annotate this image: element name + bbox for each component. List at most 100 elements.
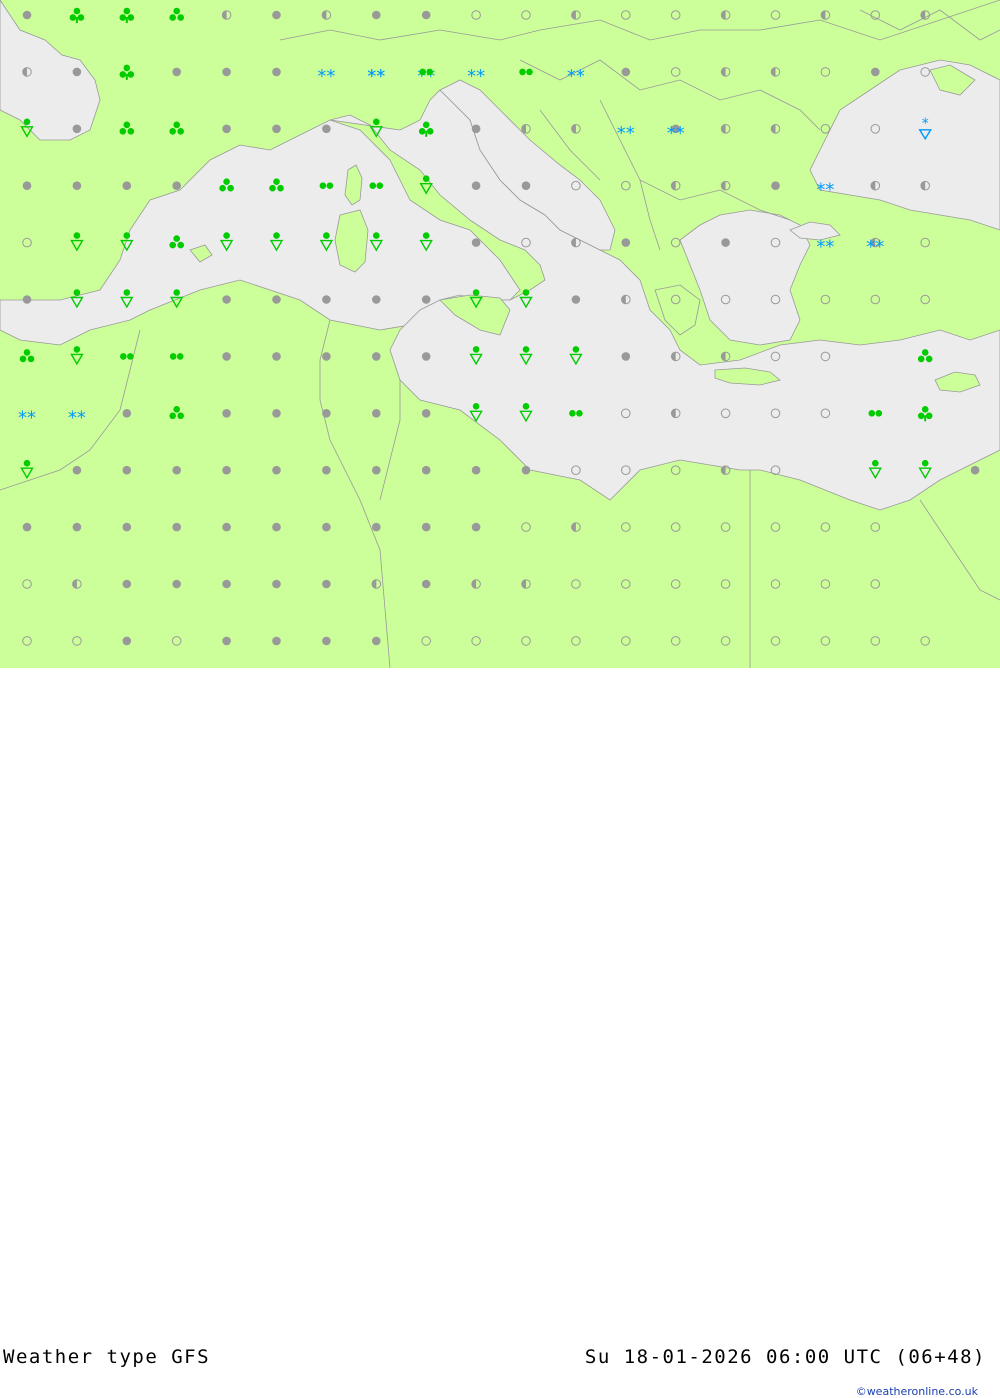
snow-icon: ** <box>317 66 335 87</box>
dry-dot-icon <box>272 352 281 361</box>
dry-dot-icon <box>272 67 281 77</box>
dry-dot-icon <box>122 636 132 646</box>
dry-dot-icon <box>172 181 181 190</box>
dry-dot-icon <box>621 238 631 247</box>
dry-dot-icon <box>421 465 431 475</box>
dry-dot-icon <box>172 67 181 77</box>
svg-text:**: ** <box>317 66 335 87</box>
dry-dot-icon <box>272 636 281 646</box>
dry-dot-icon <box>222 636 231 646</box>
snow-icon: ** <box>68 407 86 428</box>
footer-bar: Weather type GFS Su 18-01-2026 06:00 UTC… <box>0 668 1000 1398</box>
dry-dot-icon <box>72 181 82 190</box>
dry-dot-icon <box>72 67 82 77</box>
dry-dot-icon <box>771 181 780 190</box>
credit-link[interactable]: ©weatheronline.co.uk <box>856 1385 978 1398</box>
dry-dot-icon <box>22 522 32 532</box>
dry-dot-icon <box>322 579 331 589</box>
dry-dot-icon <box>322 636 331 646</box>
dry-dot-icon <box>222 579 231 589</box>
dry-dot-icon <box>322 409 331 418</box>
dry-dot-icon <box>621 352 631 361</box>
dry-dot-icon <box>272 124 281 134</box>
dry-dot-icon <box>272 295 281 304</box>
dry-dot-icon <box>970 465 980 475</box>
dry-dot-icon <box>172 579 181 589</box>
dry-dot-icon <box>372 636 381 646</box>
dry-dot-icon <box>521 465 531 475</box>
svg-text:**: ** <box>816 180 834 201</box>
snow-icon: ** <box>467 66 485 87</box>
dry-dot-icon <box>72 124 82 134</box>
svg-text:**: ** <box>367 66 385 87</box>
dry-dot-icon <box>322 465 331 475</box>
dry-dot-icon <box>421 522 431 532</box>
snow-icon: ** <box>866 237 884 258</box>
dry-dot-icon <box>122 522 132 532</box>
dry-dot-icon <box>372 409 381 418</box>
dry-dot-icon <box>272 409 281 418</box>
snow-icon: ** <box>667 123 685 144</box>
sardinia <box>334 209 369 273</box>
dry-dot-icon <box>322 352 331 361</box>
dry-dot-icon <box>471 522 481 532</box>
dry-dot-icon <box>322 124 331 134</box>
dry-dot-icon <box>372 465 381 475</box>
dry-dot-icon <box>721 238 730 247</box>
dry-dot-icon <box>322 295 331 304</box>
dry-dot-icon <box>272 10 281 20</box>
dry-dot-icon <box>421 409 431 418</box>
dry-dot-icon <box>421 295 431 304</box>
dry-dot-icon <box>22 10 32 20</box>
dry-dot-icon <box>471 181 481 190</box>
svg-text:**: ** <box>816 237 834 258</box>
dry-dot-icon <box>172 465 181 475</box>
dry-dot-icon <box>322 522 331 532</box>
dry-dot-icon <box>222 409 231 418</box>
dry-dot-icon <box>471 465 481 475</box>
svg-text:**: ** <box>567 66 585 87</box>
dry-dot-icon <box>222 522 231 532</box>
dry-dot-icon <box>222 124 231 134</box>
dry-dot-icon <box>471 238 481 247</box>
dry-dot-icon <box>421 10 431 20</box>
snow-icon: ** <box>367 66 385 87</box>
dry-dot-icon <box>521 181 531 190</box>
svg-text:**: ** <box>617 123 635 144</box>
dry-dot-icon <box>621 67 631 77</box>
svg-text:**: ** <box>68 407 86 428</box>
svg-text:**: ** <box>667 123 685 144</box>
snow-icon: ** <box>567 66 585 87</box>
map-title: Weather type GFS <box>3 1346 211 1368</box>
dry-dot-icon <box>571 295 581 304</box>
forecast-datetime: Su 18-01-2026 06:00 UTC (06+48) <box>584 1346 986 1368</box>
svg-text:**: ** <box>866 237 884 258</box>
weather-map: ** ** **** ***** ** ******** **** <box>0 0 1000 668</box>
snow-icon: ** <box>417 66 435 87</box>
svg-text:**: ** <box>467 66 485 87</box>
dry-dot-icon <box>272 465 281 475</box>
dry-dot-icon <box>122 409 132 418</box>
dry-dot-icon <box>22 181 32 190</box>
dry-dot-icon <box>272 522 281 532</box>
dry-dot-icon <box>222 67 231 77</box>
dry-dot-icon <box>122 579 132 589</box>
dry-dot-icon <box>471 124 481 134</box>
dry-dot-icon <box>871 67 880 77</box>
dry-dot-icon <box>372 352 381 361</box>
dry-dot-icon <box>122 181 132 190</box>
svg-text:**: ** <box>18 407 36 428</box>
dry-dot-icon <box>22 295 32 304</box>
snow-icon: ** <box>18 407 36 428</box>
dry-dot-icon <box>72 522 82 532</box>
dry-dot-icon <box>421 579 431 589</box>
dry-dot-icon <box>222 352 231 361</box>
dry-dot-icon <box>222 465 231 475</box>
dry-dot-icon <box>372 522 381 532</box>
dry-dot-icon <box>172 522 181 532</box>
dry-dot-icon <box>122 465 132 475</box>
dry-dot-icon <box>222 295 231 304</box>
svg-text:**: ** <box>417 66 435 87</box>
dry-dot-icon <box>272 579 281 589</box>
dry-dot-icon <box>372 10 381 20</box>
